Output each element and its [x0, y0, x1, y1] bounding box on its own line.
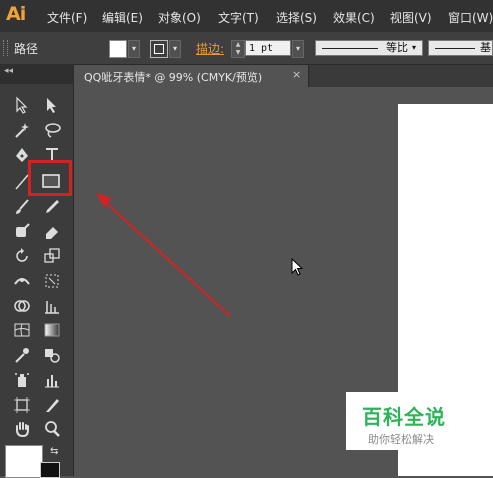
- mouse-pointer-icon: [291, 258, 304, 276]
- watermark-subtitle: 助你轻松解决: [368, 433, 434, 446]
- watermark-title: 百科全说: [362, 405, 446, 429]
- watermark: 百科全说 助你轻松解决: [346, 392, 466, 450]
